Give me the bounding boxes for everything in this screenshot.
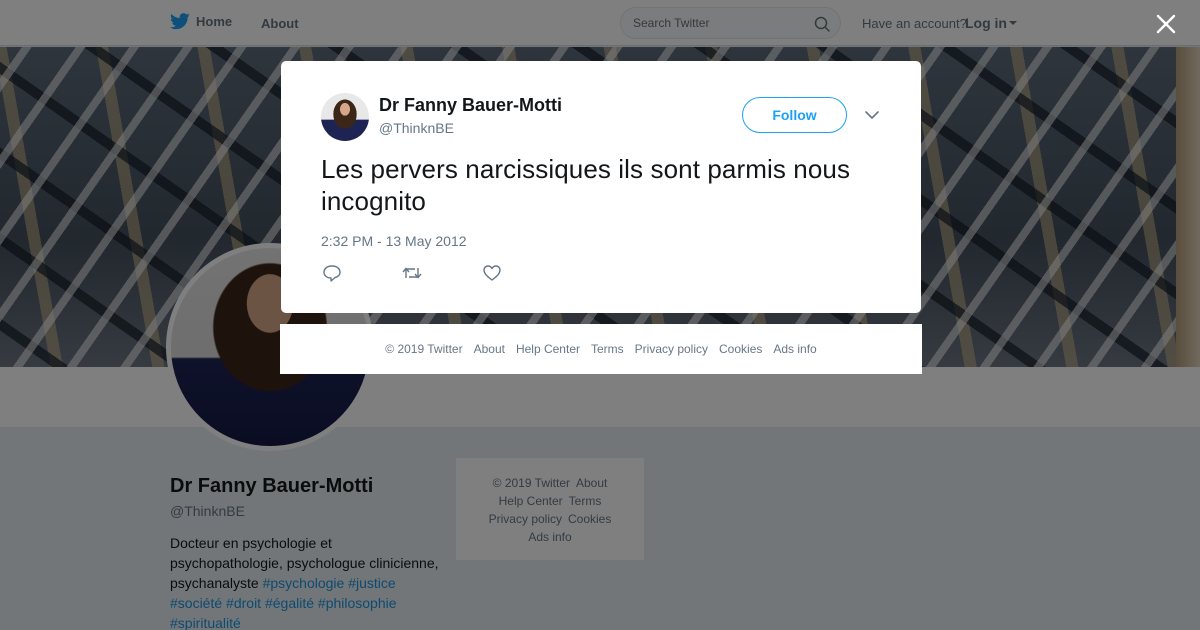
modal-footer: © 2019 Twitter About Help Center Terms P…	[280, 324, 922, 374]
chevron-down-icon[interactable]	[864, 107, 880, 123]
footer-link-about[interactable]: About	[474, 342, 505, 356]
follow-button[interactable]: Follow	[742, 97, 847, 133]
reply-icon[interactable]	[322, 264, 342, 282]
retweet-icon[interactable]	[402, 264, 422, 282]
footer-link-help-center[interactable]: Help Center	[516, 342, 580, 356]
tweet-author-handle[interactable]: @ThinknBE	[379, 120, 454, 136]
heart-icon[interactable]	[482, 264, 502, 282]
tweet-text: Les pervers narcissiques ils sont parmis…	[321, 154, 851, 216]
tweet-author-name[interactable]: Dr Fanny Bauer-Motti	[379, 95, 562, 116]
footer-link-cookies[interactable]: Cookies	[719, 342, 762, 356]
tweet-timestamp[interactable]: 2:32 PM - 13 May 2012	[321, 233, 467, 249]
footer-link-ads-info[interactable]: Ads info	[773, 342, 816, 356]
footer-link-terms[interactable]: Terms	[591, 342, 624, 356]
close-icon[interactable]	[1154, 12, 1178, 36]
footer-link-privacy[interactable]: Privacy policy	[635, 342, 708, 356]
tweet-author-avatar[interactable]	[321, 93, 369, 141]
tweet-modal: Dr Fanny Bauer-Motti @ThinknBE Follow Le…	[281, 61, 921, 313]
footer-copyright: © 2019 Twitter	[385, 342, 463, 356]
